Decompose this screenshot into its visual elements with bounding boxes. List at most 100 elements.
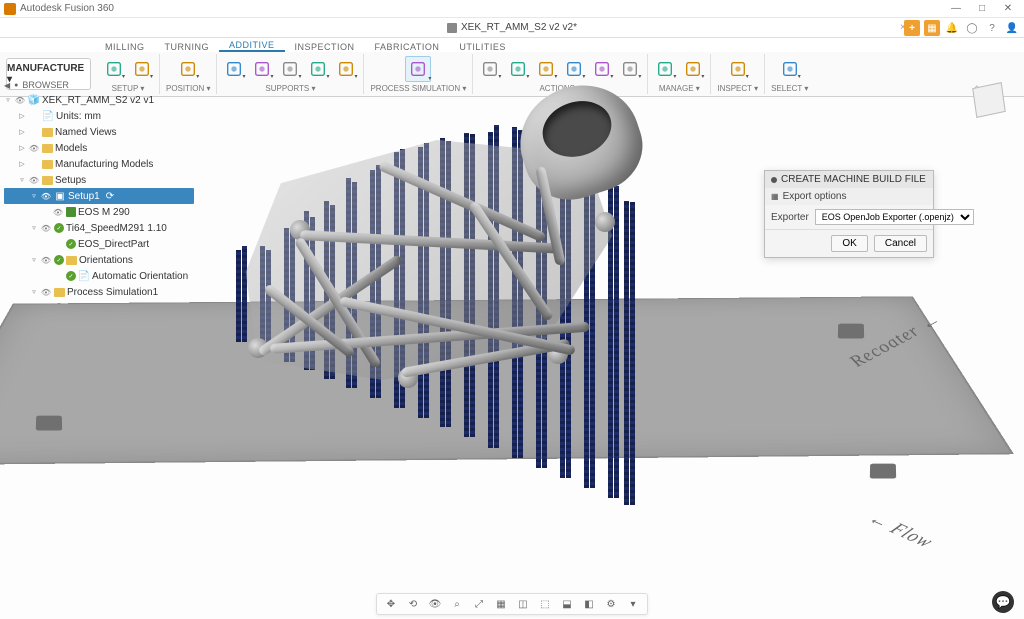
ribbon-button[interactable]: ▾ xyxy=(103,58,125,80)
node-label: Automatic Orientation xyxy=(92,271,188,282)
tree-node[interactable]: ▷Manufacturing Models xyxy=(4,156,194,172)
extensions-icon[interactable]: ◯ xyxy=(964,20,980,36)
visibility-icon[interactable]: 👁 xyxy=(40,222,52,234)
visibility-icon[interactable]: 👁 xyxy=(28,174,40,186)
nav-tool-button[interactable]: 👁 xyxy=(427,596,443,612)
am-part[interactable] xyxy=(230,100,630,380)
workspace-tab-utilities[interactable]: UTILITIES xyxy=(449,42,516,52)
visibility-icon[interactable]: 👁 xyxy=(28,142,40,154)
nav-tool-button[interactable]: ◫ xyxy=(515,596,531,612)
close-button[interactable]: ✕ xyxy=(996,2,1020,16)
folder-icon xyxy=(42,176,53,185)
tree-node[interactable]: ▷📄Units: mm xyxy=(4,108,194,124)
browser-root[interactable]: ▿ 👁 🧊 XEK_RT_AMM_S2 v2 v1 xyxy=(4,92,194,108)
workspace-tab-inspection[interactable]: INSPECTION xyxy=(285,42,365,52)
node-label: Process Simulation1 xyxy=(67,287,158,298)
visibility-icon[interactable]: 👁 xyxy=(40,190,52,202)
tree-node[interactable]: ▿👁▣Setup1⟳ xyxy=(4,188,194,204)
user-account-icon[interactable]: 👤 xyxy=(1004,20,1020,36)
create-build-file-dialog: CREATE MACHINE BUILD FILE ▦ Export optio… xyxy=(764,170,934,258)
ribbon-button[interactable]: ▾ xyxy=(682,58,704,80)
nav-tool-button[interactable]: ⟲ xyxy=(405,596,421,612)
data-panel-button[interactable]: ▦ xyxy=(924,20,940,36)
comments-button[interactable]: 💬 xyxy=(992,591,1014,613)
ribbon-button[interactable]: ▾ xyxy=(279,58,301,80)
nav-tool-button[interactable]: ⌕ xyxy=(449,596,465,612)
folder-icon xyxy=(54,288,65,297)
export-options-section[interactable]: ▦ Export options xyxy=(765,188,933,205)
viewcube[interactable] xyxy=(974,85,1014,125)
browser-collapse-icon[interactable]: ◀ xyxy=(4,81,10,90)
ribbon-button[interactable]: ▾ xyxy=(131,58,153,80)
dialog-bullet-icon xyxy=(771,177,777,183)
ribbon-button[interactable]: ▾ xyxy=(654,58,676,80)
nav-tool-button[interactable]: ✥ xyxy=(383,596,399,612)
corner-pin xyxy=(838,324,864,339)
tree-node[interactable]: 👁EOS M 290 xyxy=(4,204,194,220)
ribbon-button[interactable]: ▾ xyxy=(563,58,585,80)
status-ok-icon: ✓ xyxy=(66,239,76,249)
ribbon-button[interactable]: ▾ xyxy=(591,58,613,80)
ribbon-button[interactable]: ▾ xyxy=(779,58,801,80)
browser-header[interactable]: ◀ ● BROWSER xyxy=(4,80,69,90)
ribbon-button[interactable]: ▾ xyxy=(535,58,557,80)
tree-node[interactable]: ▷Named Views xyxy=(4,124,194,140)
tree-node[interactable]: ▷👁Models xyxy=(4,140,194,156)
setup-icon: ▣ xyxy=(54,190,66,202)
workspace-tab-milling[interactable]: MILLING xyxy=(95,42,155,52)
nav-tool-button[interactable]: ⬚ xyxy=(537,596,553,612)
visibility-icon[interactable]: 👁 xyxy=(40,254,52,266)
node-refresh-icon[interactable]: ⟳ xyxy=(106,191,114,202)
ribbon-button[interactable]: ▾ xyxy=(727,58,749,80)
visibility-icon[interactable]: 👁 xyxy=(52,206,64,218)
notifications-icon[interactable]: 🔔 xyxy=(944,20,960,36)
nav-tool-button[interactable]: ▾ xyxy=(625,596,641,612)
new-tab-button[interactable]: + xyxy=(904,20,920,36)
ribbon-button[interactable]: ▾ xyxy=(479,58,501,80)
cancel-button[interactable]: Cancel xyxy=(874,235,927,252)
folder-icon xyxy=(66,256,77,265)
node-label: Units: mm xyxy=(56,111,101,122)
workspace-tab-turning[interactable]: TURNING xyxy=(155,42,220,52)
ribbon-button[interactable]: ▾ xyxy=(335,58,357,80)
tree-node[interactable]: ▿👁✓Ti64_SpeedM291 1.10 xyxy=(4,220,194,236)
ribbon-button[interactable]: ▾ xyxy=(619,58,641,80)
folder-icon xyxy=(42,144,53,153)
app-logo-icon xyxy=(4,3,16,15)
ribbon-button[interactable]: ▾ xyxy=(507,58,529,80)
nav-tool-button[interactable]: ⤢ xyxy=(471,596,487,612)
tree-node[interactable]: ✓📄Automatic Orientation xyxy=(4,268,194,284)
ribbon-button[interactable]: ▾ xyxy=(223,58,245,80)
document-tab[interactable]: XEK_RT_AMM_S2 v2 v2* xyxy=(437,20,587,35)
nav-tool-button[interactable]: ▦ xyxy=(493,596,509,612)
ribbon-group: ▾POSITION ▾ xyxy=(160,54,217,94)
node-label: Manufacturing Models xyxy=(55,159,153,170)
visibility-icon[interactable]: 👁 xyxy=(40,286,52,298)
node-label: Named Views xyxy=(55,127,117,138)
nav-tool-button[interactable]: ⬓ xyxy=(559,596,575,612)
section-toggle-icon: ▦ xyxy=(771,192,779,201)
nav-tool-button[interactable]: ◧ xyxy=(581,596,597,612)
minimize-button[interactable]: — xyxy=(944,2,968,16)
tree-node[interactable]: ✓EOS_DirectPart xyxy=(4,236,194,252)
tree-node[interactable]: ▿👁Setups xyxy=(4,172,194,188)
nav-tool-button[interactable]: ⚙ xyxy=(603,596,619,612)
ribbon-button[interactable]: ▾ xyxy=(251,58,273,80)
workspace-tab-additive[interactable]: ADDITIVE xyxy=(219,40,285,52)
maximize-button[interactable]: □ xyxy=(970,2,994,16)
machine-icon xyxy=(66,207,76,217)
workspace-tab-fabrication[interactable]: FABRICATION xyxy=(365,42,450,52)
tree-node[interactable]: ▿👁Process Simulation1 xyxy=(4,284,194,300)
ribbon-button[interactable]: ▾ xyxy=(307,58,329,80)
component-icon: 🧊 xyxy=(28,94,40,106)
node-label: Orientations xyxy=(79,255,133,266)
exporter-select[interactable]: EOS OpenJob Exporter (.openjz) xyxy=(815,209,974,225)
help-icon[interactable]: ? xyxy=(984,20,1000,36)
ribbon-button[interactable]: ▾ xyxy=(177,58,199,80)
ribbon-button[interactable]: ▾ xyxy=(405,56,431,82)
ok-button[interactable]: OK xyxy=(831,235,867,252)
folder-icon xyxy=(42,160,53,169)
dialog-header[interactable]: CREATE MACHINE BUILD FILE xyxy=(765,171,933,188)
tree-node[interactable]: ▿👁✓Orientations xyxy=(4,252,194,268)
app-title: Autodesk Fusion 360 xyxy=(20,3,114,14)
